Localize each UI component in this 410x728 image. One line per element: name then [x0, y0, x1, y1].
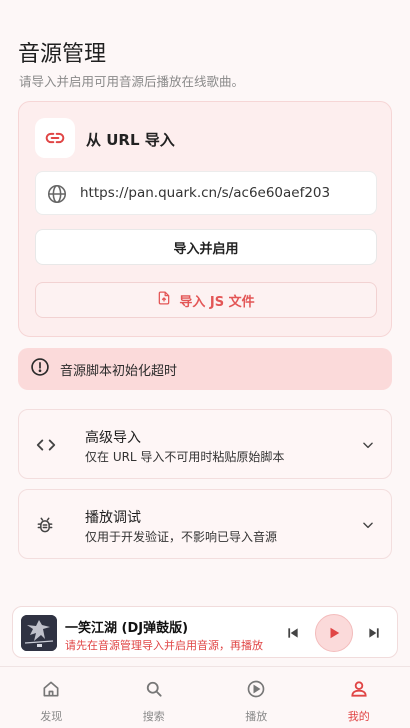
- globe-icon: [46, 183, 68, 209]
- url-card-title: 从 URL 导入: [86, 131, 175, 149]
- mini-player[interactable]: 一笑江湖 (DJ弹鼓版) 请先在音源管理导入并启用音源，再播放: [12, 606, 398, 658]
- page-subtitle: 请导入并启用可用音源后播放在线歌曲。: [19, 74, 245, 89]
- panel-description: 仅在 URL 导入不可用时粘贴原始脚本: [85, 450, 285, 464]
- url-input-field[interactable]: [35, 171, 377, 215]
- link-icon: [35, 118, 75, 158]
- url-import-card: 从 URL 导入 导入并启用 导入 JS 文件: [18, 101, 392, 337]
- tab-discover[interactable]: 发现: [0, 667, 103, 728]
- user-icon: [349, 679, 369, 703]
- play-button[interactable]: [315, 614, 353, 652]
- info-icon: [30, 357, 50, 381]
- album-cover[interactable]: [21, 615, 57, 651]
- page-title: 音源管理: [18, 42, 107, 67]
- file-upload-icon: [157, 290, 171, 310]
- skip-previous-icon[interactable]: [286, 625, 300, 644]
- song-title: 一笑江湖 (DJ弹鼓版): [65, 621, 189, 636]
- tab-play[interactable]: 播放: [205, 667, 308, 728]
- bottom-tab-bar: 发现 搜索 播放 我的: [0, 666, 410, 728]
- player-hint: 请先在音源管理导入并启用音源，再播放: [65, 639, 263, 652]
- chevron-down-icon[interactable]: [361, 437, 375, 456]
- advanced-import-panel[interactable]: 高级导入 仅在 URL 导入不可用时粘贴原始脚本: [18, 409, 392, 479]
- error-message: 音源脚本初始化超时: [60, 363, 178, 379]
- skip-next-icon[interactable]: [367, 625, 381, 644]
- import-js-file-button[interactable]: 导入 JS 文件: [35, 282, 377, 318]
- panel-title: 高级导入: [85, 430, 141, 446]
- code-icon: [35, 434, 57, 460]
- chevron-down-icon[interactable]: [361, 517, 375, 536]
- import-enable-button[interactable]: 导入并启用: [35, 229, 377, 265]
- tab-search[interactable]: 搜索: [103, 667, 206, 728]
- home-icon: [41, 679, 61, 703]
- tab-label: 搜索: [142, 710, 165, 723]
- playback-debug-panel[interactable]: 播放调试 仅用于开发验证，不影响已导入音源: [18, 489, 392, 559]
- play-icon: [330, 627, 340, 639]
- play-circle-icon: [246, 679, 266, 703]
- error-banner: 音源脚本初始化超时: [18, 348, 392, 390]
- tab-label: 我的: [347, 710, 370, 723]
- tab-label: 发现: [40, 710, 63, 723]
- search-icon: [144, 679, 164, 703]
- tab-mine[interactable]: 我的: [308, 667, 410, 728]
- panel-title: 播放调试: [85, 510, 141, 526]
- bug-icon: [35, 514, 55, 540]
- tab-label: 播放: [245, 710, 268, 723]
- import-js-label: 导入 JS 文件: [179, 294, 255, 310]
- url-input[interactable]: [80, 172, 370, 214]
- panel-description: 仅用于开发验证，不影响已导入音源: [85, 530, 278, 544]
